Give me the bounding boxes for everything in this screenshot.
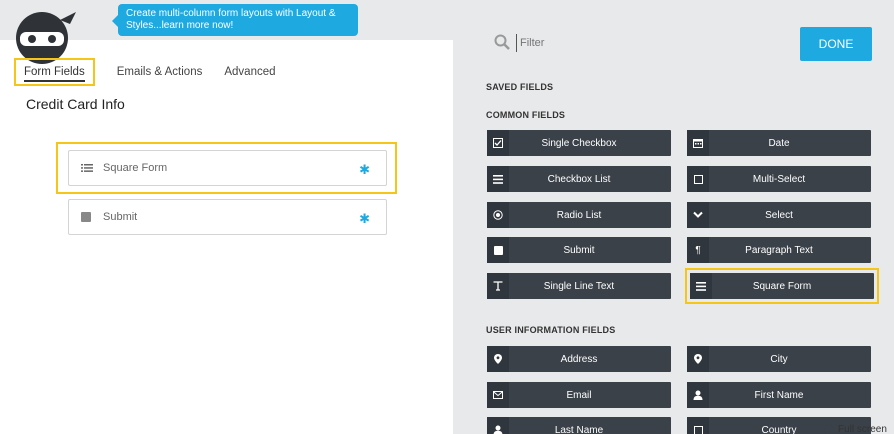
field-label: Square Form xyxy=(103,162,168,174)
full-screen-label: Full screen xyxy=(838,424,887,434)
builder-tabs: Form Fields Emails & Actions Advanced xyxy=(14,56,298,88)
list-icon xyxy=(81,163,93,173)
envelope-icon xyxy=(487,382,509,408)
field-button-paragraph-text[interactable]: ¶ Paragraph Text xyxy=(687,237,871,263)
form-field-square-form[interactable]: Square Form ✱ xyxy=(68,150,387,186)
field-button-address[interactable]: Address xyxy=(487,346,671,372)
ninja-logo xyxy=(16,12,76,64)
saved-fields-heading: SAVED FIELDS xyxy=(486,82,554,92)
square-filled-icon xyxy=(81,212,93,222)
common-fields-heading: COMMON FIELDS xyxy=(486,110,566,120)
field-button-single-checkbox[interactable]: Single Checkbox xyxy=(487,130,671,156)
paragraph-icon: ¶ xyxy=(687,237,709,263)
field-button-city[interactable]: City xyxy=(687,346,871,372)
fullscreen-icon xyxy=(824,424,834,434)
tab-form-fields[interactable]: Form Fields xyxy=(14,58,95,86)
map-pin-icon xyxy=(487,346,509,372)
field-button-first-name[interactable]: First Name xyxy=(687,382,871,408)
chevron-down-icon xyxy=(687,202,709,228)
field-button-last-name[interactable]: Last Name xyxy=(487,417,671,434)
text-icon xyxy=(487,273,509,299)
field-button-radio-list[interactable]: Radio List xyxy=(487,202,671,228)
field-label: Submit xyxy=(103,211,138,223)
filter-input[interactable] xyxy=(516,34,716,52)
field-button-submit[interactable]: Submit xyxy=(487,237,671,263)
tab-emails-actions[interactable]: Emails & Actions xyxy=(117,66,203,78)
list-icon xyxy=(690,273,712,299)
field-button-square-form[interactable]: Square Form xyxy=(690,273,874,299)
user-icon xyxy=(487,417,509,434)
gear-icon[interactable]: ✱ xyxy=(359,162,370,178)
calendar-icon xyxy=(687,130,709,156)
tab-advanced[interactable]: Advanced xyxy=(224,66,275,78)
search-icon xyxy=(494,34,510,50)
field-button-single-line-text[interactable]: Single Line Text xyxy=(487,273,671,299)
gear-icon[interactable]: ✱ xyxy=(359,211,370,227)
done-button[interactable]: DONE xyxy=(800,27,872,61)
user-information-fields-heading: USER INFORMATION FIELDS xyxy=(486,325,616,335)
field-button-multi-select[interactable]: Multi-Select xyxy=(687,166,871,192)
form-title: Credit Card Info xyxy=(26,96,125,112)
square-filled-icon xyxy=(487,237,509,263)
square-icon xyxy=(687,166,709,192)
map-pin-icon xyxy=(687,346,709,372)
field-button-checkbox-list[interactable]: Checkbox List xyxy=(487,166,671,192)
field-button-email[interactable]: Email xyxy=(487,382,671,408)
square-icon xyxy=(687,417,709,434)
form-field-submit[interactable]: Submit ✱ xyxy=(68,199,387,235)
full-screen-toggle[interactable]: Full screen xyxy=(824,424,887,434)
banner-text: Create multi-column form layouts with La… xyxy=(126,8,336,31)
user-icon xyxy=(687,382,709,408)
radio-icon xyxy=(487,202,509,228)
field-button-date[interactable]: Date xyxy=(687,130,871,156)
check-square-icon xyxy=(487,130,509,156)
field-button-select[interactable]: Select xyxy=(687,202,871,228)
layout-styles-banner[interactable]: Create multi-column form layouts with La… xyxy=(112,4,358,36)
list-icon xyxy=(487,166,509,192)
